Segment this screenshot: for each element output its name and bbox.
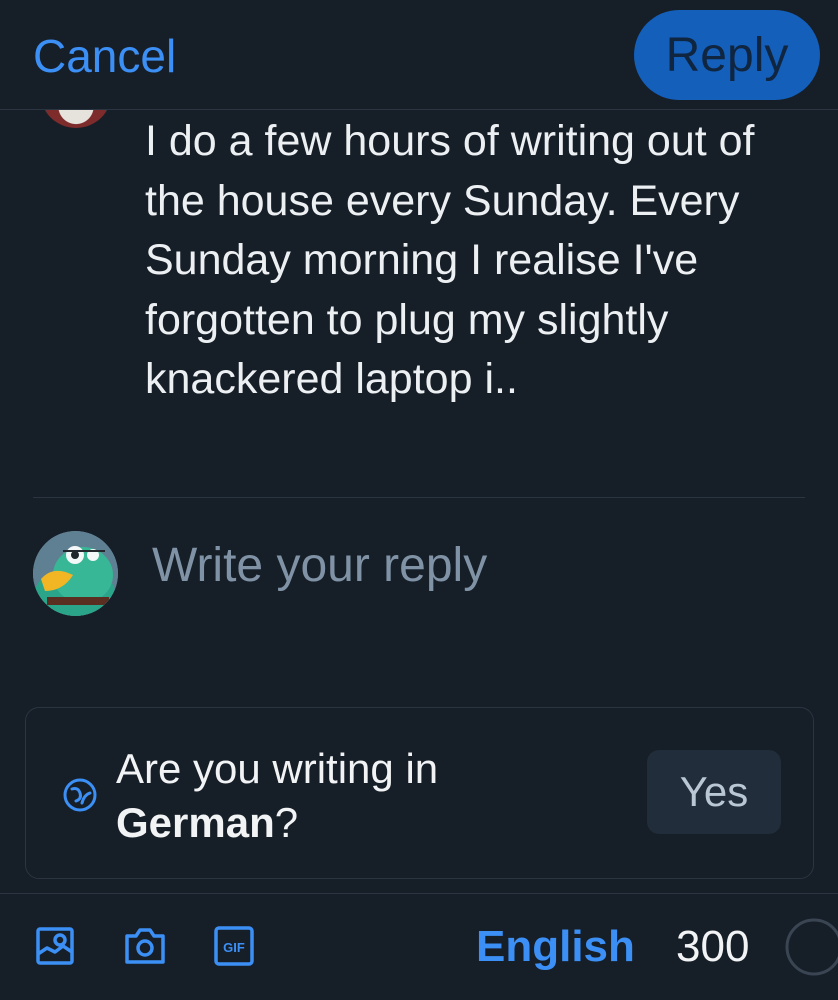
camera-icon[interactable] (123, 924, 167, 968)
divider (33, 497, 805, 498)
translate-icon (63, 778, 97, 812)
parent-post-text: I do a few hours of writing out of the h… (145, 117, 755, 403)
cancel-button[interactable]: Cancel (33, 28, 176, 84)
reply-composer-screen: Cancel Reply I do a few hours of writing… (0, 0, 838, 1000)
composer-toolbar: GIF English 300 (0, 893, 838, 1000)
svg-text:GIF: GIF (223, 940, 245, 955)
character-count: 300 (676, 922, 750, 971)
header-bar: Cancel Reply (0, 0, 838, 110)
yes-button[interactable]: Yes (647, 750, 781, 834)
detected-language: German (116, 799, 275, 846)
language-question-prefix: Are you writing in (116, 745, 439, 792)
language-selector[interactable]: English (476, 919, 635, 975)
reply-input[interactable] (152, 530, 792, 600)
image-icon[interactable] (35, 924, 79, 968)
language-suggestion-card: Are you writing in German? Yes (25, 707, 814, 879)
reply-button[interactable]: Reply (634, 10, 820, 100)
avatar (33, 531, 118, 616)
parent-post-avatar (40, 110, 112, 128)
character-limit-ring (785, 918, 838, 976)
language-question-suffix: ? (274, 799, 299, 846)
language-question: Are you writing in German? (116, 742, 616, 850)
gif-icon[interactable]: GIF (214, 924, 258, 968)
